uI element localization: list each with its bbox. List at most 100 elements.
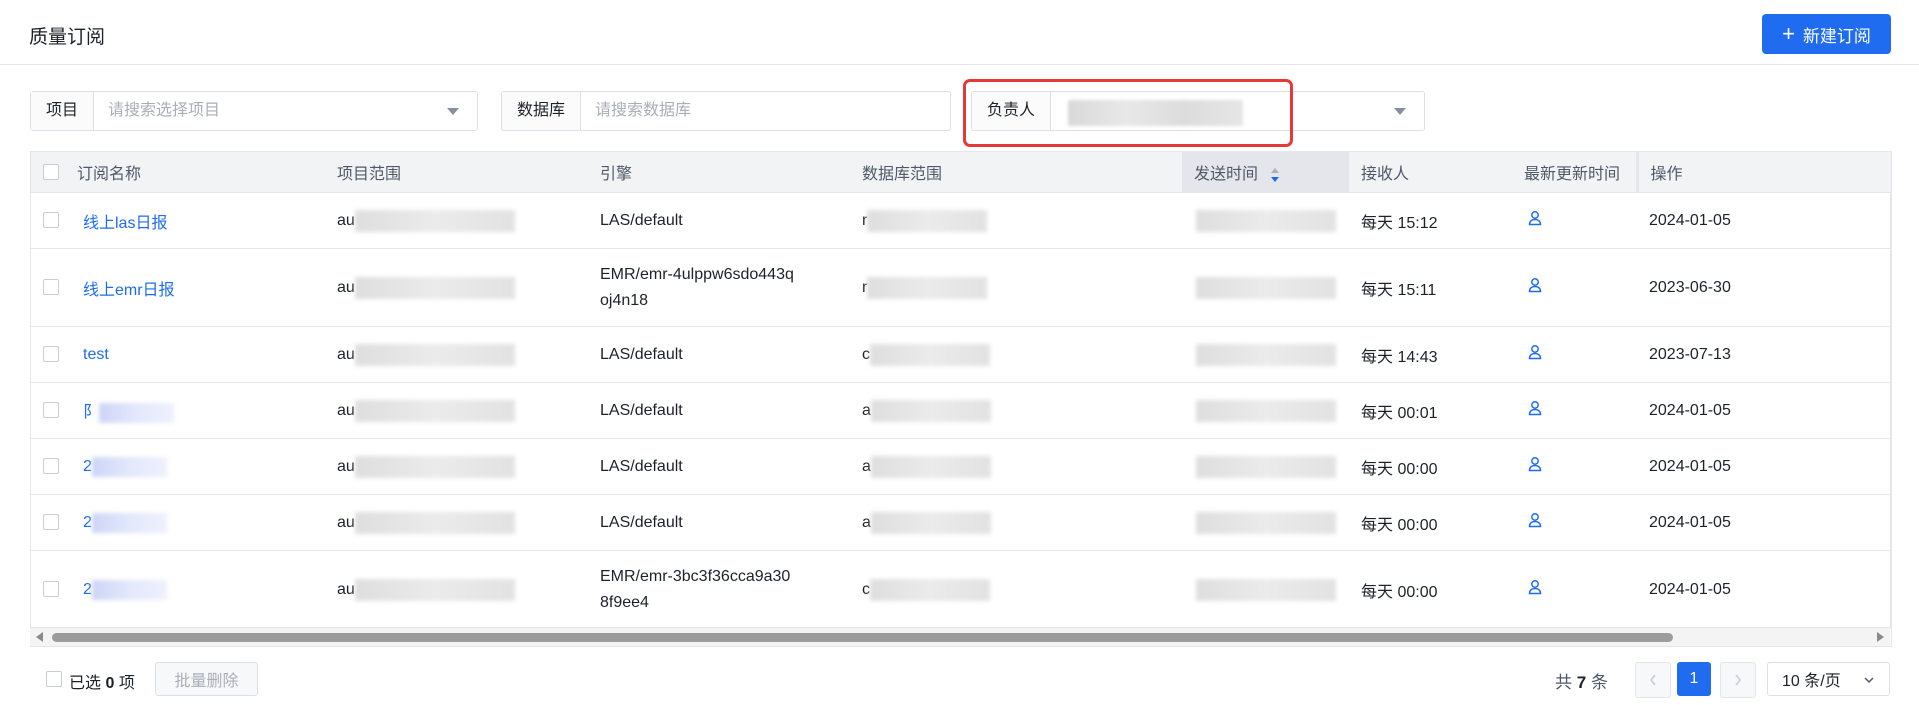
- select-all-checkbox[interactable]: [43, 163, 59, 180]
- redacted-subscription-name: [99, 402, 175, 423]
- select-all-footer-checkbox[interactable]: [46, 671, 62, 687]
- table-row: 线上las日报 au LAS/default r 每天 15:12 2024-0…: [31, 192, 1891, 249]
- engine-value: LAS/default: [600, 457, 683, 475]
- redacted-project-scope: [354, 343, 515, 366]
- send-time-value: 每天 00:00: [1349, 494, 1512, 551]
- engine-value: EMR/emr-3bc3f36cca9a308f9ee4: [600, 567, 791, 611]
- row-checkbox[interactable]: [43, 346, 59, 363]
- redacted-subscription-name: [91, 512, 167, 533]
- subscription-name-link[interactable]: 2: [83, 514, 92, 531]
- project-scope-prefix: au: [337, 211, 355, 229]
- user-icon[interactable]: [1527, 512, 1543, 528]
- redacted-owner: [1196, 455, 1336, 478]
- row-checkbox[interactable]: [43, 581, 59, 598]
- redacted-owner: [1196, 343, 1336, 366]
- redacted-db-scope: [870, 511, 991, 534]
- project-filter[interactable]: 项目: [30, 91, 478, 131]
- project-scope-prefix: au: [337, 401, 355, 419]
- subscription-name-link[interactable]: 线上las日报: [83, 215, 167, 232]
- col-subscription-name: 订阅名称: [71, 152, 332, 193]
- send-time-value: 每天 00:01: [1349, 382, 1512, 439]
- chevron-right-icon: [1735, 674, 1742, 686]
- project-scope-prefix: au: [337, 345, 355, 363]
- updated-value: 2023-07-13: [1637, 326, 1891, 383]
- send-time-value: 每天 15:12: [1349, 192, 1512, 249]
- scroll-left-icon[interactable]: [36, 632, 43, 642]
- send-time-value: 每天 00:00: [1349, 550, 1512, 629]
- col-project-scope: 项目范围: [332, 152, 595, 193]
- row-checkbox[interactable]: [43, 279, 59, 296]
- page-title: 质量订阅: [29, 27, 106, 48]
- db-scope-prefix: c: [862, 345, 870, 363]
- user-icon[interactable]: [1527, 400, 1543, 416]
- col-send-time[interactable]: 发送时间: [1182, 152, 1349, 193]
- table-header-row: 订阅名称 项目范围 引擎 数据库范围 发送时间 接收人 最新更新时间 操作: [31, 152, 1891, 193]
- col-updated: 最新更新时间: [1512, 152, 1637, 193]
- database-filter-label: 数据库: [502, 92, 582, 130]
- user-icon[interactable]: [1527, 456, 1543, 472]
- caret-down-icon[interactable]: [1394, 107, 1406, 115]
- send-time-value: 每天 00:00: [1349, 438, 1512, 495]
- subscription-table: 订阅名称 项目范围 引擎 数据库范围 发送时间 接收人 最新更新时间 操作 线上…: [30, 151, 1892, 647]
- subscription-name-link[interactable]: 线上emr日报: [83, 282, 175, 299]
- row-checkbox[interactable]: [43, 212, 59, 229]
- prev-page-button[interactable]: [1635, 662, 1671, 698]
- highlight-annotation: [963, 79, 1293, 147]
- table-row: test au LAS/default c 每天 14:43 2023-07-1…: [31, 326, 1891, 383]
- table-row: 阝 au LAS/default a 每天 00:01 2024-01-05: [31, 382, 1891, 439]
- redacted-db-scope: [867, 276, 988, 299]
- redacted-db-scope: [870, 578, 990, 601]
- subscription-name-link[interactable]: 阝: [83, 404, 99, 421]
- project-filter-label: 项目: [31, 92, 95, 130]
- table-row: 2 au EMR/emr-3bc3f36cca9a308f9ee4 c 每天 0…: [31, 550, 1891, 629]
- database-filter[interactable]: 数据库: [501, 91, 951, 131]
- scroll-right-icon[interactable]: [1877, 632, 1884, 642]
- subscription-name-link[interactable]: test: [83, 346, 109, 363]
- row-checkbox[interactable]: [43, 514, 59, 531]
- redacted-project-scope: [354, 455, 515, 478]
- redacted-subscription-name: [91, 579, 167, 600]
- send-time-value: 每天 14:43: [1349, 326, 1512, 383]
- row-checkbox[interactable]: [43, 458, 59, 475]
- redacted-db-scope: [870, 343, 990, 366]
- batch-delete-button[interactable]: 批量删除: [155, 662, 258, 696]
- sort-icon[interactable]: [1270, 167, 1280, 183]
- user-icon[interactable]: [1527, 579, 1543, 595]
- engine-value: LAS/default: [600, 401, 683, 419]
- table-row: 2 au LAS/default a 每天 00:00 2024-01-05: [31, 494, 1891, 551]
- page-1-button[interactable]: 1: [1677, 662, 1711, 696]
- database-search-input[interactable]: [581, 92, 950, 130]
- horizontal-scrollbar[interactable]: [30, 627, 1890, 646]
- caret-down-icon[interactable]: [447, 107, 459, 115]
- redacted-owner: [1196, 276, 1336, 299]
- subscription-name-link[interactable]: 2: [83, 458, 92, 475]
- redacted-project-scope: [354, 578, 515, 601]
- updated-value: 2024-01-05: [1637, 438, 1891, 495]
- engine-value: LAS/default: [600, 345, 683, 363]
- db-scope-prefix: a: [862, 401, 871, 419]
- user-icon[interactable]: [1527, 344, 1543, 360]
- page-size-select[interactable]: 10 条/页: [1767, 662, 1890, 696]
- project-select-input[interactable]: [94, 92, 447, 130]
- table-row: 2 au LAS/default a 每天 00:00 2024-01-05: [31, 438, 1891, 495]
- project-scope-prefix: au: [337, 580, 355, 598]
- new-subscription-button[interactable]: + 新建订阅: [1762, 14, 1891, 54]
- page-size-value: 10 条/页: [1782, 673, 1841, 690]
- updated-value: 2023-06-30: [1637, 248, 1891, 327]
- scrollbar-thumb[interactable]: [52, 633, 1673, 642]
- col-receiver: 接收人: [1349, 152, 1512, 193]
- project-scope-prefix: au: [337, 457, 355, 475]
- row-checkbox[interactable]: [43, 402, 59, 419]
- redacted-db-scope: [870, 455, 991, 478]
- db-scope-prefix: c: [862, 580, 870, 598]
- next-page-button[interactable]: [1720, 662, 1756, 698]
- user-icon[interactable]: [1527, 277, 1543, 293]
- col-db-scope: 数据库范围: [857, 152, 1182, 193]
- top-bar: 质量订阅 + 新建订阅: [0, 0, 1919, 65]
- table-row: 线上emr日报 au EMR/emr-4ulppw6sdo443qoj4n18 …: [31, 248, 1891, 327]
- user-icon[interactable]: [1527, 210, 1543, 226]
- subscription-name-link[interactable]: 2: [83, 581, 92, 598]
- table-footer: 已选 0 项 批量删除 共 7 条 1 10 条/页: [0, 659, 1919, 699]
- new-subscription-label: 新建订阅: [1802, 26, 1871, 46]
- db-scope-prefix: a: [862, 457, 871, 475]
